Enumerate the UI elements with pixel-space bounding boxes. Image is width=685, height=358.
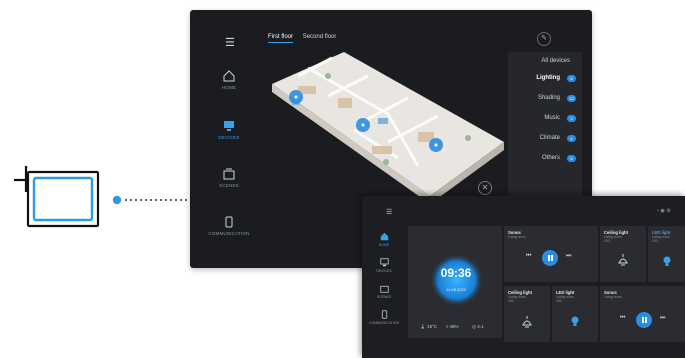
home-icon [223,70,235,82]
air-stat: ◎ 2.1 [472,324,484,329]
menu-icon[interactable]: ☰ [386,208,392,216]
ceiling-light-card[interactable]: Ceiling light Living room 100 [504,286,550,342]
close-icon[interactable]: ✕ [478,181,492,195]
edit-icon[interactable]: ✎ [537,32,551,46]
clock-date: 14.08.2020 [445,287,467,292]
led-light-card[interactable]: LED light Living room 100 [648,226,685,282]
temperature-stat: 🌡︎ 19°C [420,324,438,329]
nav-home[interactable]: HOME [362,232,406,247]
nav-scenes[interactable]: SCENES [362,284,406,299]
nav-devices[interactable]: DEVICES [362,258,406,273]
nav-devices[interactable]: DEVICES [190,120,268,140]
connector-dots [112,192,188,205]
nav-communication[interactable]: COMMUNICATION [190,216,268,236]
count-badge: 8 [567,75,576,82]
previous-icon[interactable]: ⏮ [526,253,531,260]
led-light-card[interactable]: LED light Living room 100 [552,286,598,342]
ceiling-light-card[interactable]: Ceiling light Living room 100 [600,226,646,282]
home-icon [380,232,388,241]
bell-icon: ◉ [660,208,665,214]
bulb-icon [571,316,579,326]
wifi-icon: ◔ [656,208,660,214]
next-icon[interactable]: ⏭ [660,315,665,322]
communication-icon [225,216,233,228]
pause-button[interactable] [636,312,652,328]
nav-home[interactable]: HOME [190,70,268,90]
devices-icon [379,258,389,267]
bulb-icon [663,256,671,266]
count-badge: 4 [567,135,576,142]
menu-icon[interactable]: ☰ [225,36,235,49]
pause-button[interactable] [542,250,558,266]
previous-icon[interactable]: ⏮ [620,315,625,322]
droplet-icon: ◊ [446,324,449,329]
secondary-control-panel: ☰ ◔ ◉ ⚙ HOME DEVICES SCENES COMMUNICATIO… [362,196,685,358]
clock-time: 09:36 [440,266,472,280]
floor-tabs: First floor Second floor [268,34,344,43]
tab-second-floor[interactable]: Second floor [303,34,337,40]
ceiling-lamp-icon [618,254,628,266]
humidity-stat: ◊ 48% [446,324,459,329]
nav-scenes[interactable]: SCENES [190,168,268,188]
devices-icon [224,121,234,131]
sonos-card[interactable]: Sonos Living room ⏮ ⏭ [504,226,598,282]
count-badge: 5 [567,155,576,162]
status-icons: ◔ ◉ ⚙ [656,208,671,214]
count-badge: 12 [567,95,576,102]
thermometer-icon: 🌡︎ [420,324,426,329]
device-categories: All devices Lighting 8 Shading 12 Music … [508,52,582,216]
count-badge: 3 [567,115,576,122]
nav-communication[interactable]: COMMUNICATION [362,310,406,325]
sonos-card[interactable]: Sonos Living room ⏮ ⏭ [600,286,685,342]
air-icon: ◎ [472,324,476,329]
settings-icon: ⚙ [666,208,671,214]
add-screen-icon [8,158,100,228]
tab-first-floor[interactable]: First floor [268,34,294,43]
ceiling-lamp-icon [522,316,532,328]
next-icon[interactable]: ⏭ [566,253,571,260]
communication-icon [381,310,387,319]
scenes-icon [379,285,389,293]
scenes-icon [223,168,235,180]
